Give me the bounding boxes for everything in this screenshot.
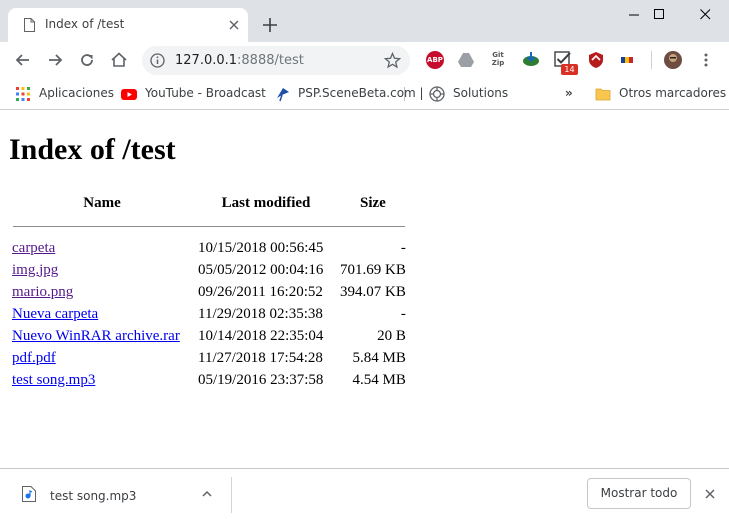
tab-strip: Index of /test [0,0,729,42]
download-shelf: test song.mp3 Mostrar todo [0,468,729,519]
forward-arrow-icon[interactable] [45,50,65,70]
info-icon[interactable] [150,53,165,68]
last-modified-cell: 10/15/2018 00:56:45 [198,239,324,256]
bookmark-aplicaciones[interactable]: Aplicaciones [39,86,114,102]
table-row: Nuevo WinRAR archive.rar 10/14/2018 22:35… [10,325,408,347]
page-heading: Index of /test [9,133,176,166]
close-tab-icon[interactable] [226,17,242,33]
file-link[interactable]: carpeta [12,240,55,256]
folder-icon [595,86,611,102]
column-header-size[interactable]: Size [338,191,408,215]
size-cell: - [400,305,406,322]
active-tab[interactable]: Index of /test [8,8,248,42]
header-rule [13,225,405,227]
youtube-icon [121,86,137,102]
bookmarks-divider [404,87,405,101]
other-bookmarks[interactable]: Otros marcadores [619,86,726,102]
flag-icon[interactable] [618,51,636,69]
file-name-cell: carpeta [10,237,194,259]
close-icon[interactable] [703,487,717,501]
bookmark-solutions[interactable]: Solutions [453,86,508,102]
show-all-button[interactable]: Mostrar todo [587,478,691,509]
table-row: mario.png 09/26/2011 16:20:52 394.07 KB [10,281,408,303]
file-name-cell: Nueva carpeta [10,303,194,325]
size-cell: 701.69 KB [340,261,406,278]
page-content: Index of /test Name Last modified Size c… [0,111,729,468]
header-rule-row [10,215,408,237]
file-link[interactable]: test song.mp3 [12,372,95,388]
audio-file-icon [22,486,36,502]
last-modified-cell: 05/05/2012 00:04:16 [198,261,324,278]
download-divider [231,477,232,513]
new-tab-icon[interactable] [262,17,278,33]
column-header-name[interactable]: Name [10,191,194,215]
apps-grid-icon [15,86,31,102]
shield-extension-icon[interactable] [587,51,605,69]
tab-title: Index of /test [45,17,125,31]
last-modified-cell: 10/14/2018 22:35:04 [198,327,324,344]
size-cell: 20 B [377,327,406,344]
size-cell: 5.84 MB [352,349,406,366]
file-name-cell: test song.mp3 [10,369,194,391]
table-row: pdf.pdf 11/27/2018 17:54:28 5.84 MB [10,347,408,369]
file-link[interactable]: pdf.pdf [12,350,56,366]
menu-dots-icon[interactable] [697,51,715,69]
reload-icon[interactable] [77,50,97,70]
maximize-button[interactable] [637,0,682,30]
file-name-cell: pdf.pdf [10,347,194,369]
profile-avatar[interactable] [664,51,682,69]
bookmarks-bar: Aplicaciones YouTube - Broadcast PSP.Sce… [0,79,729,110]
file-link[interactable]: img.jpg [12,262,58,278]
address-bar[interactable]: 127.0.0.1:8888/test [142,46,410,75]
close-window-button[interactable] [683,0,728,30]
table-row: carpeta 10/15/2018 00:56:45 - [10,237,408,259]
file-name-cell: Nuevo WinRAR archive.rar [10,325,194,347]
drive-icon[interactable] [457,51,475,69]
last-modified-cell: 11/27/2018 17:54:28 [198,349,323,366]
adblock-plus-icon[interactable]: ABP [426,51,444,69]
file-link[interactable]: Nuevo WinRAR archive.rar [12,328,180,344]
extension-badge: 14 [561,64,578,75]
home-icon[interactable] [109,50,129,70]
last-modified-cell: 11/29/2018 02:35:38 [198,305,323,322]
file-link[interactable]: mario.png [12,284,73,300]
browser-toolbar: 127.0.0.1:8888/test ABP Git Zip [0,42,729,79]
file-name-cell: mario.png [10,281,194,303]
file-name-cell: img.jpg [10,259,194,281]
page-icon [24,18,35,32]
solutions-icon [429,86,445,102]
size-cell: 4.54 MB [352,371,406,388]
file-listing-table: Name Last modified Size carpeta 10/15/201… [10,191,408,391]
size-cell: - [400,239,406,256]
url-text: 127.0.0.1:8888/test [175,53,304,68]
table-row: Nueva carpeta 11/29/2018 02:35:38 - [10,303,408,325]
column-header-last-modified[interactable]: Last modified [194,191,338,215]
download-manager-icon[interactable] [522,51,540,69]
table-header-row: Name Last modified Size [10,191,408,215]
psp-icon [275,86,291,102]
toolbar-divider [651,51,652,69]
file-rows: carpeta 10/15/2018 00:56:45 - img.jpg 05/05/… [10,215,408,391]
download-item-name[interactable]: test song.mp3 [50,489,136,503]
gitzip-icon[interactable]: Git Zip [489,51,507,69]
bookmarks-overflow-chevron[interactable]: » [565,86,573,102]
bookmark-star-icon[interactable] [383,51,402,69]
last-modified-cell: 09/26/2011 16:20:52 [198,283,323,300]
last-modified-cell: 05/19/2016 23:37:58 [198,371,324,388]
table-row: img.jpg 05/05/2012 00:04:16 701.69 KB [10,259,408,281]
table-row: test song.mp3 05/19/2016 23:37:58 4.54 MB [10,369,408,391]
bookmark-youtube[interactable]: YouTube - Broadcast [145,86,266,102]
chevron-up-icon[interactable] [200,487,214,501]
back-arrow-icon[interactable] [13,50,33,70]
file-link[interactable]: Nueva carpeta [12,306,98,322]
size-cell: 394.07 KB [340,283,406,300]
